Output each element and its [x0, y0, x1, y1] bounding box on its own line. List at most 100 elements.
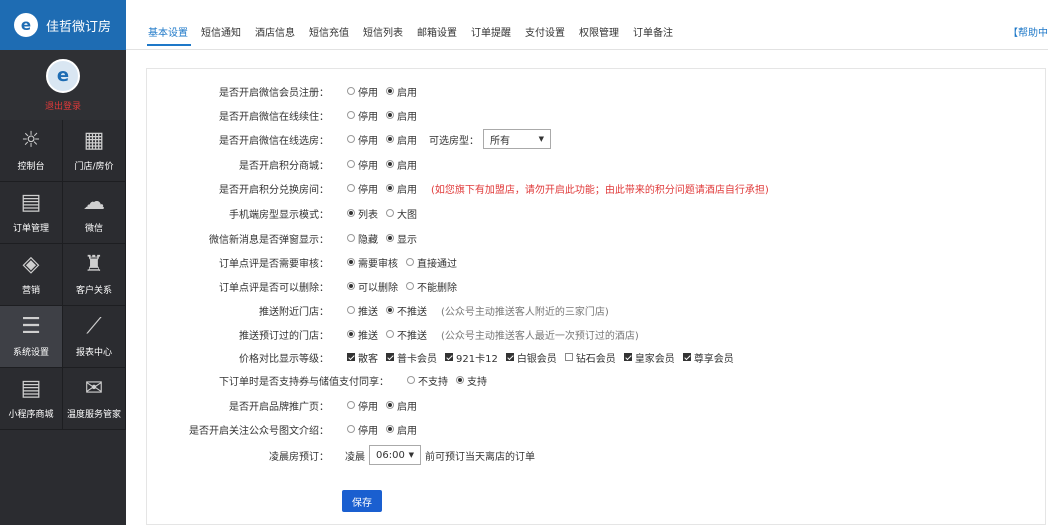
form-row-coupon-stored-value: 下订单时是否支持券与储值支付同享： 不支持 支持: [147, 371, 1047, 389]
document-icon: ▤: [20, 376, 42, 401]
radio-no-push[interactable]: [386, 330, 394, 338]
field-label: 手机端房型显示模式：: [229, 209, 329, 221]
field-label: 是否开启品牌推广页：: [229, 401, 329, 413]
radio-show[interactable]: [386, 234, 394, 242]
radio-disable[interactable]: [347, 135, 355, 143]
warning-note: (如您旗下有加盟店，请勿开启此功能；由此带来的积分问题请酒店自行承担): [431, 184, 769, 196]
radio-disable[interactable]: [347, 425, 355, 433]
brand-logo[interactable]: e 佳哲微订房: [0, 0, 126, 50]
tab-hotel-info[interactable]: 酒店信息: [255, 24, 295, 39]
field-label: 价格对比显示等级：: [239, 353, 329, 365]
logout-link[interactable]: 退出登录: [45, 99, 81, 112]
field-label: 是否开启积分兑换房间：: [219, 184, 329, 196]
radio-disable[interactable]: [347, 160, 355, 168]
tab-email-settings[interactable]: 邮箱设置: [417, 24, 457, 39]
avatar[interactable]: e: [46, 58, 80, 93]
radio-enable[interactable]: [386, 184, 394, 192]
sidebar-item-dashboard[interactable]: ☼ 控制台: [0, 120, 63, 182]
sidebar-item-settings[interactable]: ☰ 系统设置: [0, 306, 63, 368]
save-button[interactable]: 保存: [342, 490, 382, 512]
radio-hide[interactable]: [347, 234, 355, 242]
form-row-review-delete: 订单点评是否可以删除： 可以删除 不能删除: [147, 277, 1047, 295]
radio-require-audit[interactable]: [347, 258, 355, 266]
radio-pass-directly[interactable]: [406, 258, 414, 266]
hint-text: (公众号主动推送客人最近一次预订过的酒店): [441, 330, 639, 342]
form-row-online-renewal: 是否开启微信在线续住： 停用 启用: [147, 106, 1047, 124]
brand-name: 佳哲微订房: [46, 19, 112, 35]
radio-no-push[interactable]: [386, 306, 394, 314]
checkbox-level[interactable]: [347, 353, 355, 361]
radio-large-image[interactable]: [386, 209, 394, 217]
radio-enable[interactable]: [386, 401, 394, 409]
radio-enable[interactable]: [386, 425, 394, 433]
hint-text: (公众号主动推送客人附近的三家门店): [441, 306, 609, 318]
tab-order-reminder[interactable]: 订单提醒: [471, 24, 511, 39]
tab-payment-settings[interactable]: 支付设置: [525, 24, 565, 39]
early-morning-prefix: 凌晨: [345, 451, 365, 463]
sidebar-item-label: 小程序商城: [8, 410, 54, 420]
field-label: 订单点评是否可以删除：: [219, 282, 329, 294]
field-label: 推送附近门店：: [259, 306, 329, 318]
tab-basic-settings[interactable]: 基本设置: [148, 24, 188, 39]
radio-disable[interactable]: [347, 87, 355, 95]
building-icon: ▦: [83, 128, 105, 153]
room-type-select[interactable]: 所有 ▼: [483, 129, 551, 149]
active-tab-indicator: [147, 44, 191, 46]
radio-enable[interactable]: [386, 111, 394, 119]
sidebar-item-wechat[interactable]: ☁ 微信: [63, 182, 126, 244]
tab-sms-recharge[interactable]: 短信充值: [309, 24, 349, 39]
checkbox-level[interactable]: [505, 353, 514, 361]
sliders-icon: ☰: [21, 314, 41, 339]
sidebar-item-customers[interactable]: ♜ 客户关系: [63, 244, 126, 306]
sidebar-item-marketing[interactable]: ◈ 营销: [0, 244, 63, 306]
checkbox-level[interactable]: [682, 353, 691, 361]
radio-cannot-delete[interactable]: [406, 282, 414, 290]
radio-disable[interactable]: [347, 111, 355, 119]
sidebar-item-mini-store[interactable]: ▤ 小程序商城: [0, 368, 63, 430]
tab-sms-notify[interactable]: 短信通知: [201, 24, 241, 39]
form-row-follow-intro: 是否开启关注公众号图文介绍： 停用 启用: [147, 420, 1047, 438]
sidebar-item-label: 营销: [21, 286, 40, 296]
radio-push[interactable]: [347, 330, 355, 338]
checkbox-level[interactable]: [386, 353, 394, 361]
gift-hand-icon: ✉: [84, 376, 104, 401]
time-select[interactable]: 06:00 ▼: [369, 445, 421, 465]
form-row-price-levels: 价格对比显示等级： 散客 普卡会员 921卡12 白银会员 钻石会员 皇家会员 …: [147, 348, 1047, 366]
sidebar-item-service-butler[interactable]: ✉ 温度服务管家: [63, 368, 126, 430]
sidebar-item-label: 微信: [84, 224, 103, 234]
sidebar-item-orders[interactable]: ▤ 订单管理: [0, 182, 63, 244]
sidebar-item-store-price[interactable]: ▦ 门店/房价: [63, 120, 126, 182]
field-label: 是否开启关注公众号图文介绍：: [189, 425, 329, 437]
sidebar-item-reports[interactable]: ⟋ 报表中心: [63, 306, 126, 368]
tab-order-notes[interactable]: 订单备注: [633, 24, 673, 39]
checkbox-level[interactable]: [623, 353, 632, 361]
sidebar-item-label: 报表中心: [75, 348, 112, 358]
radio-enable[interactable]: [386, 160, 394, 168]
radio-list[interactable]: [347, 209, 355, 217]
sidebar-item-label: 门店/房价: [74, 162, 114, 172]
radio-push[interactable]: [347, 306, 355, 314]
sidebar-item-label: 订单管理: [12, 224, 49, 234]
radio-disable[interactable]: [347, 184, 355, 192]
checkbox-level[interactable]: [564, 353, 573, 361]
field-label: 是否开启积分商城：: [239, 160, 329, 172]
form-row-brand-promo: 是否开启品牌推广页： 停用 启用: [147, 396, 1047, 414]
help-link[interactable]: 【帮助中: [1008, 24, 1048, 39]
radio-disable[interactable]: [347, 401, 355, 409]
field-label: 是否开启微信会员注册：: [219, 87, 329, 99]
form-row-member-register: 是否开启微信会员注册： 停用 启用: [147, 82, 1047, 100]
settings-form: 是否开启微信会员注册： 停用 启用 是否开启微信在线续住： 停用 启用 是否开启微信…: [146, 68, 1046, 525]
radio-enable[interactable]: [386, 135, 394, 143]
sidebar: e 佳哲微订房 e 退出登录 ☼ 控制台 ▦ 门店/房价 ▤ 订单管理 ☁ 微信 ◈ 营销…: [0, 0, 126, 525]
tab-permissions[interactable]: 权限管理: [579, 24, 619, 39]
radio-enable[interactable]: [386, 87, 394, 95]
field-label: 微信新消息是否弹窗显示：: [209, 234, 329, 246]
tab-sms-list[interactable]: 短信列表: [363, 24, 403, 39]
radio-support[interactable]: [456, 376, 464, 384]
sale-tag-icon: ◈: [22, 252, 40, 277]
form-row-points-mall: 是否开启积分商城： 停用 启用: [147, 155, 1047, 173]
radio-can-delete[interactable]: [347, 282, 355, 290]
form-row-early-morning-booking: 凌晨房预订： 凌晨 06:00 ▼ 前可预订当天离店的订单: [147, 444, 1047, 466]
radio-not-support[interactable]: [407, 376, 415, 384]
checkbox-level[interactable]: [445, 353, 453, 361]
